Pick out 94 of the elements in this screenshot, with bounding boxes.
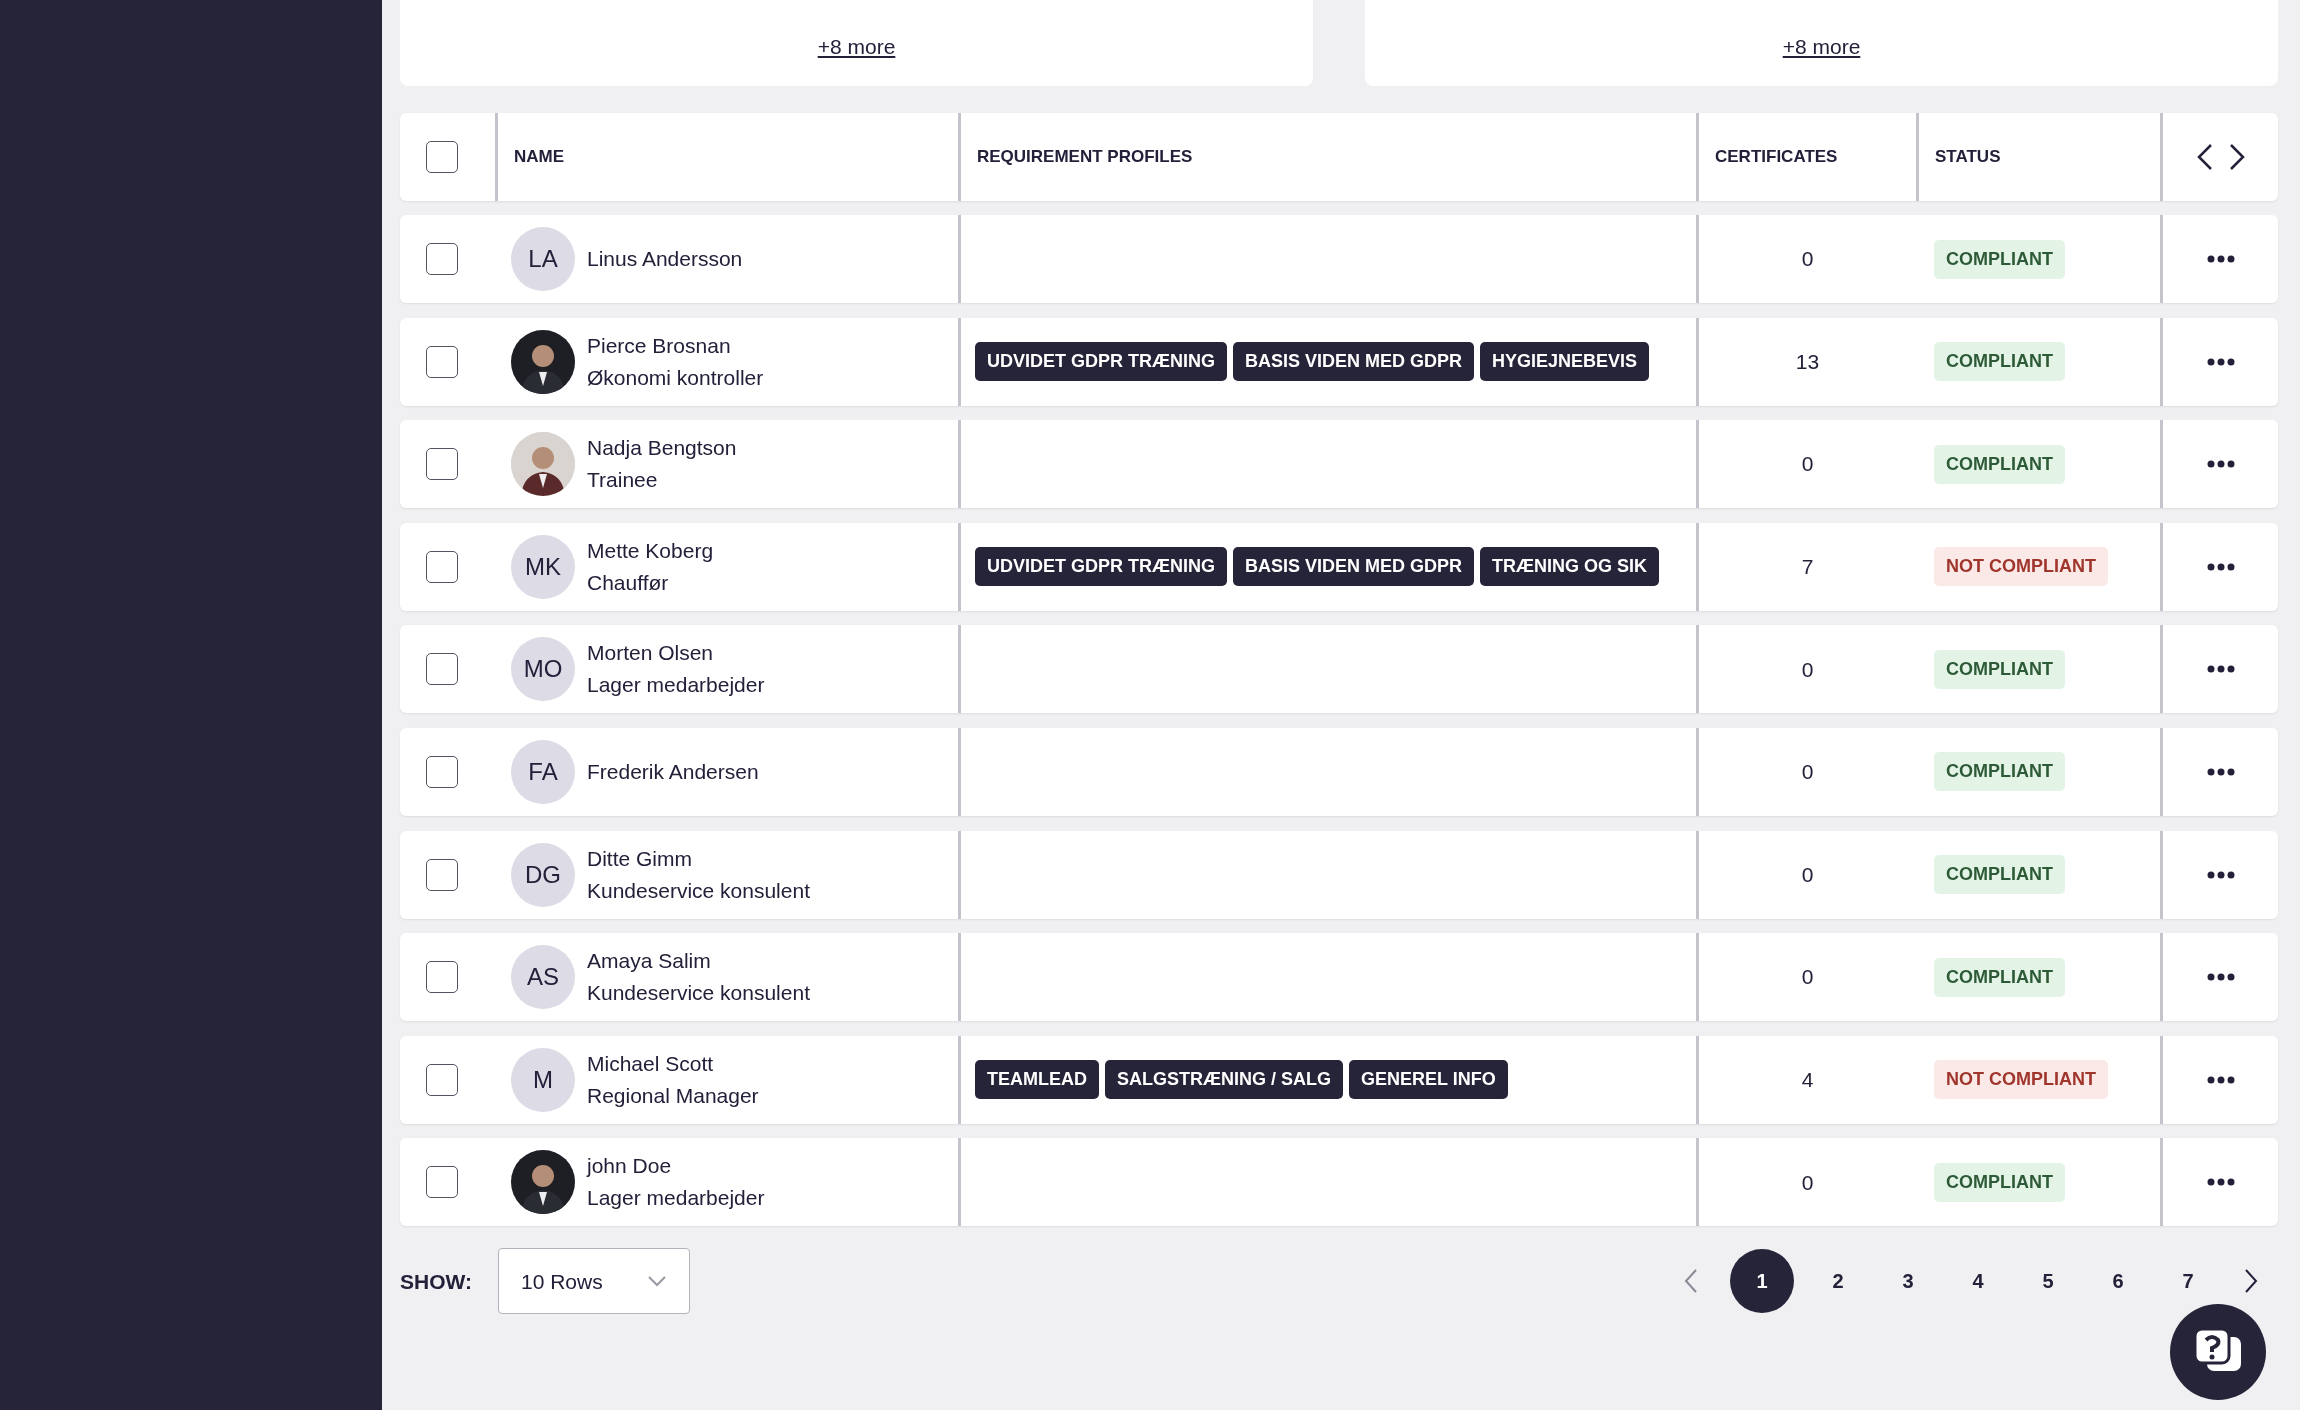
status-label: NOT COMPLIANT	[1934, 1060, 2108, 1100]
page-button[interactable]: 4	[1954, 1264, 2002, 1299]
profile-tag: BASIS VIDEN MED GDPR	[1233, 547, 1475, 587]
checkbox[interactable]	[426, 755, 458, 788]
checkbox[interactable]	[426, 448, 458, 481]
status-label: COMPLIANT	[1934, 855, 2065, 895]
person-name: Linus Andersson	[587, 246, 743, 272]
checkbox[interactable]	[426, 653, 458, 686]
checkbox[interactable]	[426, 858, 458, 891]
column-header[interactable]: CERTIFICATES	[1699, 144, 1838, 170]
more-icon[interactable]	[2206, 255, 2235, 263]
certificate-count: 0	[1801, 861, 1814, 888]
column-header[interactable]: NAME	[498, 144, 565, 170]
person-role: Kundeservice konsulent	[587, 877, 810, 904]
profile-tag: TEAMLEAD	[975, 1060, 1099, 1100]
person-role: Lager medarbejder	[587, 672, 765, 699]
person-role: Lager medarbejder	[587, 1185, 765, 1212]
avatar: AS	[511, 945, 575, 1010]
more-icon[interactable]	[2206, 1178, 2235, 1187]
more-icon[interactable]	[2206, 870, 2235, 879]
person-role: Regional Manager	[587, 1082, 759, 1109]
page-button[interactable]: 6	[2094, 1264, 2142, 1299]
person-role: Trainee	[587, 467, 659, 494]
person-name: Morten Olsen	[587, 640, 715, 667]
profile-tag: UDVIDET GDPR TRÆNING	[975, 342, 1227, 382]
person-name: Frederik Andersen	[587, 758, 759, 785]
certificate-count: 4	[1801, 1067, 1814, 1093]
certificate-count: 0	[1801, 1169, 1814, 1196]
person-role: Økonomi kontroller	[587, 364, 764, 391]
certificate-count: 0	[1801, 964, 1814, 991]
page-button[interactable]: 7	[2164, 1264, 2212, 1299]
more-icon[interactable]	[2206, 665, 2235, 674]
status-label: NOT COMPLIANT	[1934, 547, 2108, 587]
profile-tag: HYGIEJNEBEVIS	[1480, 342, 1650, 382]
more-icon[interactable]	[2206, 1075, 2235, 1084]
profile-tag: GENEREL INFO	[1349, 1060, 1508, 1100]
person-name: Ditte Gimm	[587, 845, 693, 872]
checkbox[interactable]	[426, 550, 458, 583]
checkbox[interactable]	[426, 1063, 458, 1096]
person-name: john Doe	[587, 1153, 673, 1180]
more-icon[interactable]	[2206, 767, 2235, 776]
status-label: COMPLIANT	[1934, 342, 2065, 382]
page-button[interactable]: 5	[2024, 1264, 2072, 1299]
person-name: Michael Scott	[587, 1050, 715, 1077]
page-button[interactable]: 3	[1884, 1264, 1932, 1299]
avatar: DG	[511, 842, 575, 907]
status-label: COMPLIANT	[1934, 752, 2065, 792]
certificate-count: 13	[1795, 348, 1820, 375]
page-button[interactable]: 1	[1730, 1249, 1794, 1314]
person-role: Chauffør	[587, 569, 670, 596]
certificate-count: 0	[1801, 759, 1814, 786]
person-name: Mette Koberg	[587, 537, 714, 564]
status-label: COMPLIANT	[1934, 1162, 2065, 1202]
status-label: COMPLIANT	[1934, 239, 2065, 279]
status-label: COMPLIANT	[1934, 649, 2065, 689]
profile-tag: SALGSTRÆNING / SALG	[1105, 1060, 1343, 1100]
person-name: Nadja Bengtson	[587, 435, 737, 462]
rows-select[interactable]: 10 Rows	[497, 1248, 690, 1315]
checkbox[interactable]	[426, 243, 458, 275]
checkbox[interactable]	[426, 345, 458, 378]
more-icon[interactable]	[2206, 973, 2235, 982]
show-label: SHOW:	[400, 1268, 472, 1295]
more-icon[interactable]	[2206, 562, 2235, 571]
certificate-count: 0	[1801, 656, 1814, 683]
chevron-down-icon	[646, 1275, 667, 1288]
certificate-count: 7	[1801, 554, 1814, 581]
person-name: Pierce Brosnan	[587, 332, 732, 359]
chevron-left-icon[interactable]	[2196, 143, 2213, 171]
more-link[interactable]: +8 more	[1782, 30, 1861, 62]
profile-tag: TRÆNING OG SIK	[1480, 547, 1660, 587]
page-button[interactable]: 2	[1814, 1264, 1862, 1299]
avatar: MO	[511, 637, 575, 702]
avatar: MK	[511, 534, 575, 599]
certificate-count: 0	[1801, 451, 1814, 478]
checkbox[interactable]	[426, 1166, 458, 1199]
status-label: COMPLIANT	[1934, 957, 2065, 997]
person-name: Amaya Salim	[587, 948, 712, 975]
profile-tag: UDVIDET GDPR TRÆNING	[975, 547, 1227, 587]
person-role: Kundeservice konsulent	[587, 980, 810, 1007]
avatar: FA	[511, 739, 575, 804]
certificate-count: 0	[1801, 246, 1814, 273]
checkbox[interactable]	[426, 141, 458, 173]
column-header[interactable]: STATUS	[1919, 144, 2001, 170]
checkbox[interactable]	[426, 961, 458, 994]
chevron-right-icon[interactable]	[2228, 143, 2245, 171]
status-label: COMPLIANT	[1934, 444, 2065, 484]
column-header[interactable]: REQUIREMENT PROFILES	[961, 144, 1193, 170]
avatar: LA	[511, 227, 575, 291]
more-link[interactable]: +8 more	[817, 30, 896, 62]
more-icon[interactable]	[2206, 460, 2235, 469]
profile-tag: BASIS VIDEN MED GDPR	[1233, 342, 1475, 382]
chevron-right-icon[interactable]	[2244, 1268, 2258, 1295]
more-icon[interactable]	[2206, 357, 2235, 366]
avatar: M	[511, 1047, 575, 1112]
